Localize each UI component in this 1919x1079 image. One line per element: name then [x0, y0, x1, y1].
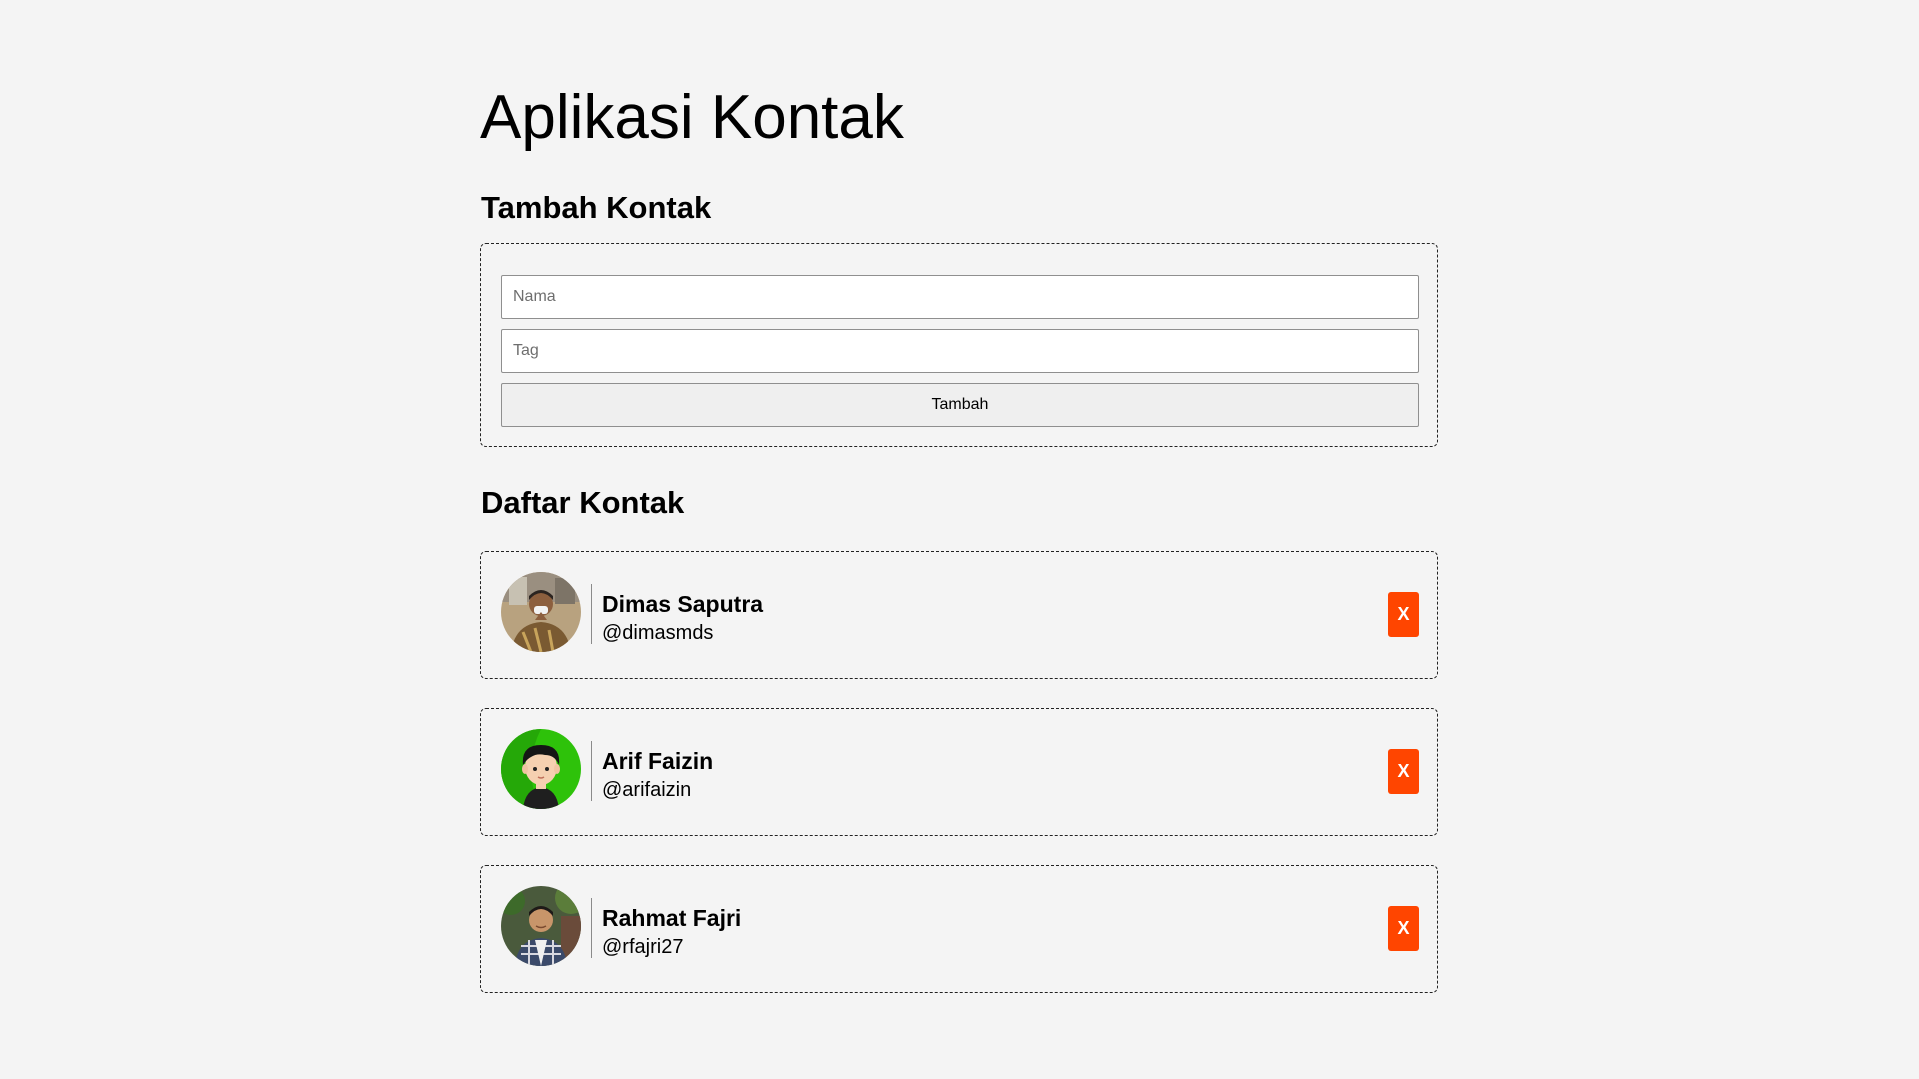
contact-tag: @dimasmds [602, 622, 714, 644]
contact-tag: @rfajri27 [602, 936, 684, 958]
add-contact-button[interactable]: Tambah [501, 383, 1419, 427]
delete-contact-button[interactable]: X [1388, 906, 1419, 951]
add-contact-heading: Tambah Kontak [481, 190, 712, 225]
cartoon-avatar-icon [501, 729, 581, 809]
contact-name: Dimas Saputra [602, 591, 764, 617]
contact-item: Dimas Saputra @dimasmds X [480, 551, 1438, 679]
contact-item: Rahmat Fajri @rfajri27 X [480, 865, 1438, 993]
contact-divider [591, 584, 592, 644]
contact-tag: @arifaizin [602, 779, 692, 801]
photo-avatar-icon [501, 886, 581, 966]
name-input[interactable] [501, 275, 1419, 319]
contact-item: Arif Faizin @arifaizin X [480, 708, 1438, 836]
delete-contact-button[interactable]: X [1388, 592, 1419, 637]
tag-input[interactable] [501, 329, 1419, 373]
contact-name: Rahmat Fajri [602, 905, 742, 931]
contact-list-heading: Daftar Kontak [481, 485, 685, 520]
page-title: Aplikasi Kontak [480, 83, 904, 152]
contact-divider [591, 741, 592, 801]
contact-divider [591, 898, 592, 958]
add-contact-form: Tambah [480, 243, 1438, 447]
photo-avatar-icon [501, 572, 581, 652]
delete-contact-button[interactable]: X [1388, 749, 1419, 794]
contact-name: Arif Faizin [602, 748, 714, 774]
